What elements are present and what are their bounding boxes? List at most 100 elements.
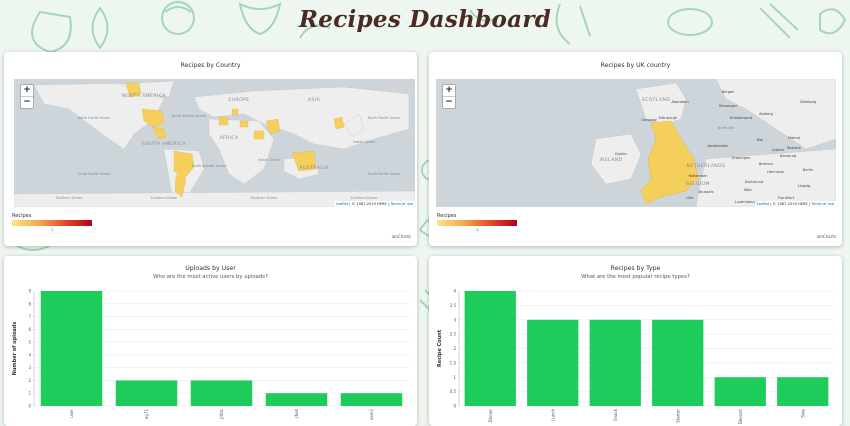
recipe-type-bar-chart: Recipe Count 0 0.5 1 1.5 2 2.5 3 3.5 4 Dinner Lunch… xyxy=(437,289,834,425)
map-label: Stavanger xyxy=(719,104,738,108)
x-tick-label: Dessert xyxy=(738,409,743,425)
world-map[interactable]: NORTH AMERICA SOUTH AMERICA EUROPE ASIA AFRI… xyxy=(14,79,415,207)
bar[interactable] xyxy=(464,291,516,406)
bar[interactable] xyxy=(589,319,641,406)
y-tick-label: 2 xyxy=(453,346,456,351)
legend-tick: 1 xyxy=(476,228,479,232)
map-label: Brussels xyxy=(698,190,713,194)
bar[interactable] xyxy=(527,319,579,406)
world-map-graphic: NORTH AMERICA SOUTH AMERICA EUROPE ASIA AFRI… xyxy=(14,80,415,207)
map-label: Aberdeen xyxy=(671,100,688,104)
map-label: SOUTH AMERICA xyxy=(142,141,186,147)
leaflet-link[interactable]: Leaflet xyxy=(336,202,348,206)
legend-color-scale xyxy=(12,220,92,226)
page-title: Recipes Dashboard xyxy=(298,6,552,33)
map-label: Dortmund xyxy=(745,180,763,184)
x-tick-label: Snack xyxy=(613,408,618,421)
map-label: South Atlantic Ocean xyxy=(192,164,227,168)
map-label: Indian Ocean xyxy=(258,158,280,162)
map-label: Bergen xyxy=(722,90,735,94)
bar[interactable] xyxy=(190,380,253,406)
zoom-out-button[interactable]: − xyxy=(21,96,33,108)
map-zoom-control: + − xyxy=(442,84,456,109)
map-label: Rotterdam xyxy=(689,174,708,178)
map-label: Southern Ocean xyxy=(56,196,83,200)
map-attribution: Leaflet | © 1987-2019 HERE | Terms of us… xyxy=(333,201,415,207)
y-axis-label: Number of uploads xyxy=(12,322,18,376)
zoom-out-button[interactable]: − xyxy=(443,96,455,108)
zoom-in-button[interactable]: + xyxy=(21,85,33,96)
map-card-uk: Recipes by UK country SCOTLAND IRELAND NET… xyxy=(429,52,842,246)
map-label: NETHERLANDS xyxy=(687,163,726,169)
uk-map[interactable]: SCOTLAND IRELAND NETHERLANDS BELGIUM North S… xyxy=(436,79,836,207)
map-label: North Pacific Ocean xyxy=(368,116,401,120)
map-label: Hamburg xyxy=(780,154,797,158)
map-label: North Pacific Ocean xyxy=(78,116,111,120)
map-label: AFRICA xyxy=(219,135,239,141)
map-label: NORTH AMERICA xyxy=(122,93,166,99)
y-tick-label: 3.5 xyxy=(450,303,457,308)
map-label: Lübeck xyxy=(772,148,786,152)
map-zoom-control: + − xyxy=(20,84,34,109)
map-label: Indian Ocean xyxy=(353,140,375,144)
y-tick-label: 7 xyxy=(28,314,31,319)
bar[interactable] xyxy=(265,393,328,406)
bar[interactable] xyxy=(652,319,704,406)
x-tick-label: cbell xyxy=(294,409,299,418)
map-label: Groningen xyxy=(732,156,751,160)
y-tick-label: 0 xyxy=(28,404,31,409)
zoom-in-button[interactable]: + xyxy=(443,85,455,96)
y-tick-label: 5 xyxy=(28,340,31,345)
y-axis-label: Recipe Count xyxy=(437,329,443,367)
map-card-country: Recipes by Country NORTH AMERICA SOUTH A… xyxy=(4,52,417,246)
terms-of-use-link[interactable]: Terms of use xyxy=(390,202,413,206)
map-label: ASIA xyxy=(308,97,321,103)
x-tick-label: user xyxy=(69,409,74,418)
map-label: Lille xyxy=(686,196,694,200)
amcharts-logo[interactable]: amCharts xyxy=(392,234,411,239)
map-label: North Atlantic Ocean xyxy=(172,114,206,118)
bar[interactable] xyxy=(40,291,103,406)
chart-card-recipes-by-type: Recipes by Type What are the most popula… xyxy=(429,256,842,426)
map-label: Frankfurt xyxy=(778,196,795,200)
y-tick-label: 0 xyxy=(453,404,456,409)
bar[interactable] xyxy=(714,377,766,406)
map-label: Edinburgh xyxy=(659,116,677,120)
map-label: Hannover xyxy=(767,170,785,174)
attribution-text: | © 1987-2019 HERE | xyxy=(769,202,812,206)
map-card-title: Recipes by UK country xyxy=(600,62,671,69)
legend-color-scale xyxy=(437,220,517,226)
y-tick-label: 1 xyxy=(28,391,31,396)
map-label: BELGIUM xyxy=(686,181,710,187)
map-label: Kristiansand xyxy=(730,116,752,120)
map-label: Rostock xyxy=(787,146,802,150)
y-tick-label: 1 xyxy=(453,375,456,380)
uploads-bar-chart: Number of uploads 0 1 2 3 4 5 6 7 8 9 user eg71 jdfdc… xyxy=(12,289,409,421)
legend-title: Recipes xyxy=(12,213,32,219)
bar[interactable] xyxy=(777,377,829,406)
terms-of-use-link[interactable]: Terms of use xyxy=(811,202,834,206)
y-tick-label: 8 xyxy=(28,301,31,306)
map-label: Köln xyxy=(744,188,752,192)
map-label: Southern Ocean xyxy=(151,196,178,200)
map-label: North Sea xyxy=(718,126,734,130)
map-label: Southern Ocean xyxy=(251,196,278,200)
map-label: Berlin xyxy=(803,168,813,172)
y-tick-label: 3 xyxy=(28,365,31,370)
map-label: Luxembourg xyxy=(735,200,757,204)
y-tick-label: 9 xyxy=(28,289,31,294)
y-tick-label: 2 xyxy=(28,378,31,383)
x-tick-label: user2 xyxy=(369,409,374,421)
x-tick-label: jdfdc xyxy=(219,409,224,420)
bar[interactable] xyxy=(340,393,403,406)
leaflet-link[interactable]: Leaflet xyxy=(757,202,769,206)
bar[interactable] xyxy=(115,380,178,406)
map-label: Amsterdam xyxy=(708,144,729,148)
map-label: Malmö xyxy=(788,136,800,140)
map-label: AUSTRALIA xyxy=(299,165,328,171)
map-attribution: Leaflet | © 1987-2019 HERE | Terms of us… xyxy=(754,201,836,207)
map-label: SCOTLAND xyxy=(642,97,671,103)
map-label: South Pacific Ocean xyxy=(368,172,401,176)
amcharts-logo[interactable]: amCharts xyxy=(817,234,836,239)
map-label: Göteborg xyxy=(800,100,817,104)
